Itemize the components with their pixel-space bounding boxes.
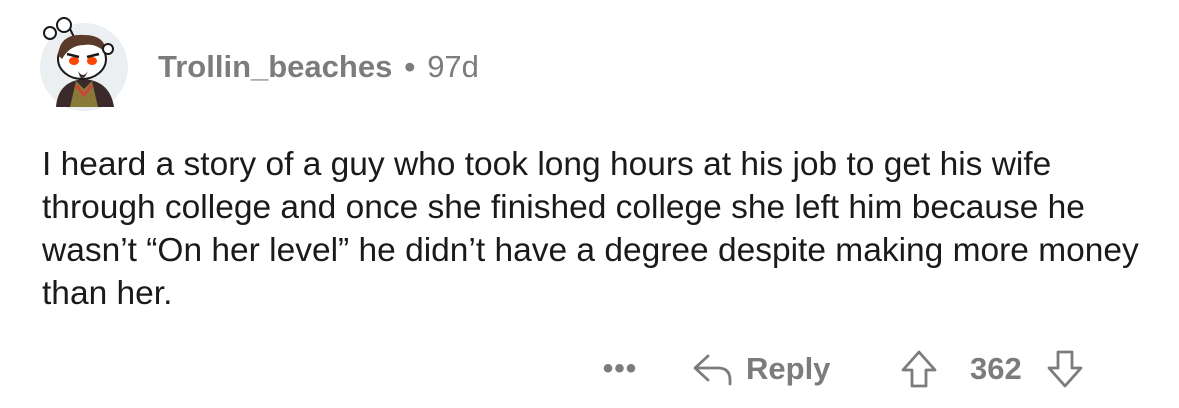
reply-button[interactable]: Reply	[692, 338, 830, 400]
meta-separator: •	[404, 49, 416, 84]
comment-header: Trollin_beaches • 97d	[36, 8, 479, 118]
comment: Trollin_beaches • 97d I heard a story of…	[0, 0, 1179, 408]
vote-count: 362	[970, 351, 1022, 386]
reply-arrow-icon	[692, 352, 734, 386]
comment-actions: ••• Reply 362	[0, 338, 1179, 400]
comment-age: 97d	[427, 49, 479, 84]
comment-meta: Trollin_beaches • 97d	[158, 49, 479, 85]
comment-body: I heard a story of a guy who took long h…	[42, 146, 1139, 312]
snoo-avatar-icon[interactable]	[36, 15, 132, 111]
reply-label: Reply	[746, 351, 831, 386]
more-options-label: •••	[602, 352, 638, 385]
downvote-arrow-icon[interactable]	[1046, 349, 1084, 389]
username-link[interactable]: Trollin_beaches	[158, 49, 392, 85]
vote-controls: 362	[900, 338, 1084, 400]
more-options-button[interactable]: •••	[596, 338, 644, 400]
upvote-arrow-icon[interactable]	[900, 349, 938, 389]
